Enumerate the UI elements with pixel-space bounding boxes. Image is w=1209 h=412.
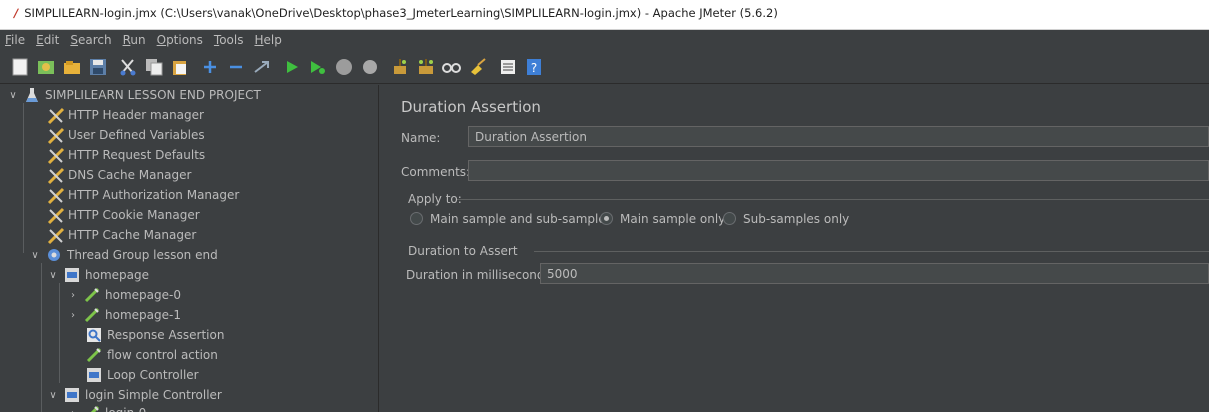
tree-node-login-simple-controller[interactable]: ∨ login Simple Controller: [48, 385, 222, 405]
tree-node-http-cache-manager[interactable]: HTTP Cache Manager: [47, 225, 196, 245]
panel-title: Duration Assertion: [401, 98, 541, 116]
sampler-pipette-icon: [84, 287, 100, 303]
name-field[interactable]: Duration Assertion: [468, 126, 1209, 147]
chevron-down-icon[interactable]: ∨: [30, 250, 40, 261]
jmeter-app-icon: ∕: [14, 6, 19, 20]
menu-edit[interactable]: Edit: [36, 33, 59, 47]
chevron-down-icon[interactable]: ∨: [48, 270, 58, 281]
radio-main-and-sub-samples[interactable]: [410, 212, 423, 225]
controller-icon: [86, 367, 102, 383]
test-plan-flask-icon: [24, 87, 40, 103]
panel-splitter[interactable]: [379, 85, 387, 412]
copy-icon[interactable]: [144, 57, 164, 77]
apply-to-group-border: [457, 199, 1209, 200]
sampler-pipette-icon: [84, 405, 100, 412]
config-tool-icon: [47, 207, 65, 225]
open-icon[interactable]: [62, 57, 82, 77]
test-plan-tree: ∨ SIMPLILEARN LESSON END PROJECT HTTP He…: [0, 85, 379, 412]
controller-icon: [64, 387, 80, 403]
tree-node-test-plan[interactable]: ∨ SIMPLILEARN LESSON END PROJECT: [8, 85, 261, 105]
apply-to-label: Apply to:: [408, 192, 462, 206]
config-tool-icon: [47, 167, 65, 185]
duration-group-label: Duration to Assert: [408, 244, 518, 258]
chevron-right-icon[interactable]: ›: [68, 408, 78, 412]
chevron-right-icon[interactable]: ›: [68, 290, 78, 301]
cut-icon[interactable]: [118, 57, 138, 77]
tree-node-login-0[interactable]: › login-0: [68, 403, 146, 412]
tree-node-thread-group[interactable]: ∨ Thread Group lesson end: [30, 245, 217, 265]
window-title: SIMPLILEARN-login.jmx (C:\Users\vanak\On…: [24, 6, 778, 20]
menu-options[interactable]: Options: [157, 33, 203, 47]
duration-ms-label: Duration in milliseconds:: [406, 268, 555, 282]
tree-node-flow-control-action[interactable]: flow control action: [86, 345, 218, 365]
duration-assertion-panel: Duration Assertion Name: Duration Assert…: [387, 85, 1209, 412]
apply-to-radio-group: Main sample and sub-samples Main sample …: [405, 212, 1105, 228]
radio-label-main-and-sub-samples[interactable]: Main sample and sub-samples: [430, 212, 612, 226]
tree-node-homepage-0[interactable]: › homepage-0: [68, 285, 181, 305]
clear-all-icon[interactable]: [416, 57, 436, 77]
collapse-icon[interactable]: [226, 57, 246, 77]
tree-node-http-cookie-manager[interactable]: HTTP Cookie Manager: [47, 205, 200, 225]
function-helper-icon[interactable]: [498, 57, 518, 77]
sampler-pipette-icon: [84, 307, 100, 323]
radio-main-sample-only[interactable]: [600, 212, 613, 225]
menu-help[interactable]: Help: [255, 33, 282, 47]
help-icon[interactable]: ?: [524, 57, 544, 77]
config-tool-icon: [47, 187, 65, 205]
tree-node-http-authorization-manager[interactable]: HTTP Authorization Manager: [47, 185, 239, 205]
radio-sub-samples-only[interactable]: [723, 212, 736, 225]
menu-file[interactable]: File: [5, 33, 25, 47]
menu-run[interactable]: Run: [123, 33, 146, 47]
radio-label-main-sample-only[interactable]: Main sample only: [620, 212, 725, 226]
gear-icon: [46, 247, 62, 263]
svg-text:?: ?: [531, 61, 537, 75]
toolbar: ?: [0, 50, 1209, 84]
tree-node-response-assertion[interactable]: Response Assertion: [86, 325, 224, 345]
config-tool-icon: [47, 147, 65, 165]
comments-label: Comments:: [401, 165, 471, 179]
menu-search[interactable]: Search: [70, 33, 111, 47]
paste-icon[interactable]: [170, 57, 190, 77]
tree-node-http-request-defaults[interactable]: HTTP Request Defaults: [47, 145, 205, 165]
window-title-bar: ∕ SIMPLILEARN-login.jmx (C:\Users\vanak\O…: [0, 0, 1209, 30]
save-icon[interactable]: [88, 57, 108, 77]
duration-group-border: [534, 251, 1209, 252]
config-tool-icon: [47, 127, 65, 145]
shutdown-icon[interactable]: [360, 57, 380, 77]
name-label: Name:: [401, 131, 441, 145]
chevron-right-icon[interactable]: ›: [68, 310, 78, 321]
start-icon[interactable]: [282, 57, 302, 77]
stop-icon[interactable]: [334, 57, 354, 77]
toggle-icon[interactable]: [252, 57, 272, 77]
tree-node-user-defined-variables[interactable]: User Defined Variables: [47, 125, 205, 145]
controller-icon: [64, 267, 80, 283]
reset-search-icon[interactable]: [468, 57, 488, 77]
tree-node-http-header-manager[interactable]: HTTP Header manager: [47, 105, 204, 125]
tree-node-dns-cache-manager[interactable]: DNS Cache Manager: [47, 165, 191, 185]
tree-node-homepage[interactable]: ∨ homepage: [48, 265, 149, 285]
search-icon[interactable]: [442, 57, 462, 77]
tree-node-loop-controller[interactable]: Loop Controller: [86, 365, 199, 385]
assertion-magnifier-icon: [86, 327, 102, 343]
comments-field[interactable]: [468, 160, 1209, 181]
tree-node-homepage-1[interactable]: › homepage-1: [68, 305, 181, 325]
menu-bar: File Edit Search Run Options Tools Help: [0, 30, 1209, 50]
clear-icon[interactable]: [390, 57, 410, 77]
config-tool-icon: [47, 227, 65, 245]
radio-label-sub-samples-only[interactable]: Sub-samples only: [743, 212, 849, 226]
chevron-down-icon[interactable]: ∨: [48, 390, 58, 401]
new-icon[interactable]: [10, 57, 30, 77]
sampler-pipette-icon: [86, 347, 102, 363]
config-tool-icon: [47, 107, 65, 125]
duration-ms-field[interactable]: 5000: [540, 263, 1209, 284]
start-no-pauses-icon[interactable]: [308, 57, 328, 77]
templates-icon[interactable]: [36, 57, 56, 77]
menu-tools[interactable]: Tools: [214, 33, 244, 47]
chevron-down-icon[interactable]: ∨: [8, 90, 18, 101]
expand-icon[interactable]: [200, 57, 220, 77]
